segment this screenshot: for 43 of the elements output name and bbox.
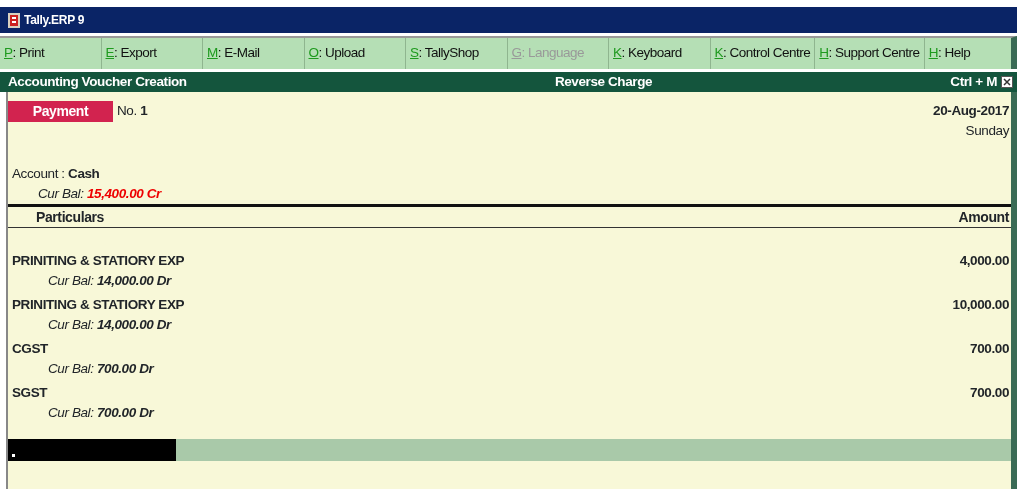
column-header: Amount bbox=[958, 207, 1009, 227]
menu-button[interactable]: S: TallyShop bbox=[406, 38, 508, 69]
shortcut-label: Ctrl + M bbox=[950, 72, 997, 91]
cursor-icon bbox=[12, 454, 15, 457]
voucher-date: 20-Aug-2017 bbox=[933, 102, 1009, 120]
balance-label: Cur Bal: bbox=[48, 405, 94, 421]
menu-button[interactable]: H: Help bbox=[924, 38, 1017, 69]
account-label: Account : bbox=[12, 165, 65, 181]
balance-value: 15,400.00 Cr bbox=[86, 185, 161, 201]
balance-value: 700.00 Dr bbox=[96, 405, 154, 421]
balance-label: Cur Bal: bbox=[48, 361, 94, 377]
menu-button[interactable]: E: Export bbox=[101, 38, 203, 69]
amount-value: 10,000.00 bbox=[952, 296, 1009, 314]
close-icon[interactable] bbox=[1001, 76, 1013, 88]
balance-value: 14,000.00 Dr bbox=[96, 273, 171, 289]
window-title: Tally.ERP 9 bbox=[24, 12, 85, 29]
menu-button[interactable]: K: Control Centre bbox=[710, 38, 816, 69]
balance-value: 700.00 Dr bbox=[96, 361, 154, 377]
screen-title: Accounting Voucher Creation bbox=[8, 72, 187, 91]
amount-value: 700.00 bbox=[970, 384, 1009, 402]
selected-entry-row[interactable] bbox=[8, 439, 1011, 461]
menu-button[interactable]: O: Upload bbox=[304, 38, 406, 69]
account-name: Cash bbox=[68, 165, 100, 181]
balance-value: 14,000.00 Dr bbox=[96, 317, 171, 333]
menu-button[interactable]: P: Print bbox=[0, 38, 102, 69]
amount-value: 700.00 bbox=[970, 340, 1009, 358]
voucher-day: Sunday bbox=[933, 121, 1009, 142]
column-header: Particulars bbox=[36, 207, 104, 227]
balance-label: Cur Bal: bbox=[38, 185, 84, 201]
app-icon bbox=[8, 12, 20, 28]
screen-subtitle: Reverse Charge bbox=[553, 72, 654, 91]
menu-button[interactable]: K: Keyboard bbox=[609, 38, 711, 69]
voucher-type-label: Payment bbox=[8, 101, 113, 122]
balance-label: Cur Bal: bbox=[48, 273, 94, 289]
ledger-name: SGST bbox=[12, 384, 48, 402]
amount-value: 4,000.00 bbox=[959, 252, 1009, 270]
menu-button[interactable]: H: Support Centre bbox=[815, 38, 925, 69]
ledger-name: CGST bbox=[12, 340, 48, 358]
voucher-number: No. 1 bbox=[117, 102, 148, 120]
ledger-name: PRINITING & STATIORY EXP bbox=[12, 252, 185, 270]
menu-button[interactable]: M: E-Mail bbox=[203, 38, 305, 69]
balance-label: Cur Bal: bbox=[48, 317, 94, 333]
ledger-name: PRINITING & STATIORY EXP bbox=[12, 296, 185, 314]
